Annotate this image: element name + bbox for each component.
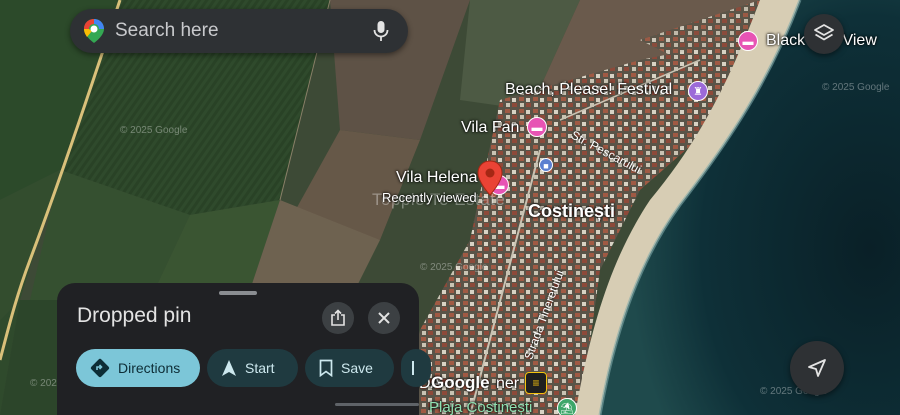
sheet-title: Dropped pin — [77, 304, 192, 327]
hotel-poi-icon[interactable]: ▬ — [738, 31, 758, 51]
search-input[interactable] — [115, 20, 368, 42]
search-bar[interactable] — [70, 9, 408, 53]
close-button[interactable] — [368, 302, 400, 334]
navigation-start-icon — [222, 360, 236, 376]
map-watermark: © 2025 Google — [822, 82, 890, 93]
bus-stop-icon[interactable]: ■ — [539, 158, 553, 172]
save-button[interactable]: Save — [305, 349, 394, 387]
town-label-costinesti[interactable]: Costinești — [528, 201, 615, 222]
start-label: Start — [245, 360, 275, 376]
directions-button[interactable]: Directions — [76, 349, 200, 387]
start-button[interactable]: Start — [207, 349, 298, 387]
directions-label: Directions — [118, 360, 181, 376]
poi-label-plaja[interactable]: Plaja Costinești — [429, 399, 532, 415]
share-icon — [331, 309, 345, 326]
sheet-drag-handle[interactable] — [219, 291, 257, 295]
beach-poi-icon[interactable]: ⛱ — [557, 398, 577, 415]
google-maps-pin-icon — [84, 19, 104, 43]
share-button[interactable] — [322, 302, 354, 334]
navigation-arrow-icon — [808, 359, 826, 377]
recently-viewed-label: Recently viewed — [382, 190, 477, 205]
google-attribution: Google — [431, 373, 490, 392]
restaurant-poi-icon[interactable]: ≡ — [525, 372, 547, 394]
voice-search-button[interactable] — [368, 18, 394, 44]
festival-poi-icon[interactable]: ♜ — [688, 81, 708, 101]
map-watermark: © 2025 Google — [420, 262, 488, 273]
close-icon — [378, 312, 390, 324]
more-actions-chip[interactable] — [401, 349, 431, 387]
poi-label-vila-helena[interactable]: Vila Helena — [396, 169, 478, 187]
directions-icon — [90, 358, 110, 378]
layers-icon — [814, 24, 834, 41]
partial-label-ner: ner — [496, 375, 520, 392]
poi-label-vila-fan[interactable]: Vila Fan — [461, 119, 519, 137]
save-label: Save — [341, 360, 373, 376]
map-watermark: © 2025 Google — [120, 125, 188, 136]
dropped-pin-icon[interactable] — [477, 160, 503, 196]
microphone-icon — [373, 21, 389, 41]
poi-label-beach-please[interactable]: Beach, Please! Festival — [505, 81, 672, 99]
hotel-poi-icon[interactable]: ▬ — [527, 117, 547, 137]
my-location-button[interactable] — [790, 341, 844, 395]
place-bottom-sheet[interactable]: Dropped pin Directions Start Save — [57, 283, 431, 415]
horizontal-scrollbar[interactable] — [335, 403, 419, 406]
chip-icon — [412, 361, 414, 375]
bookmark-icon — [319, 359, 333, 377]
layers-button[interactable] — [804, 14, 844, 54]
